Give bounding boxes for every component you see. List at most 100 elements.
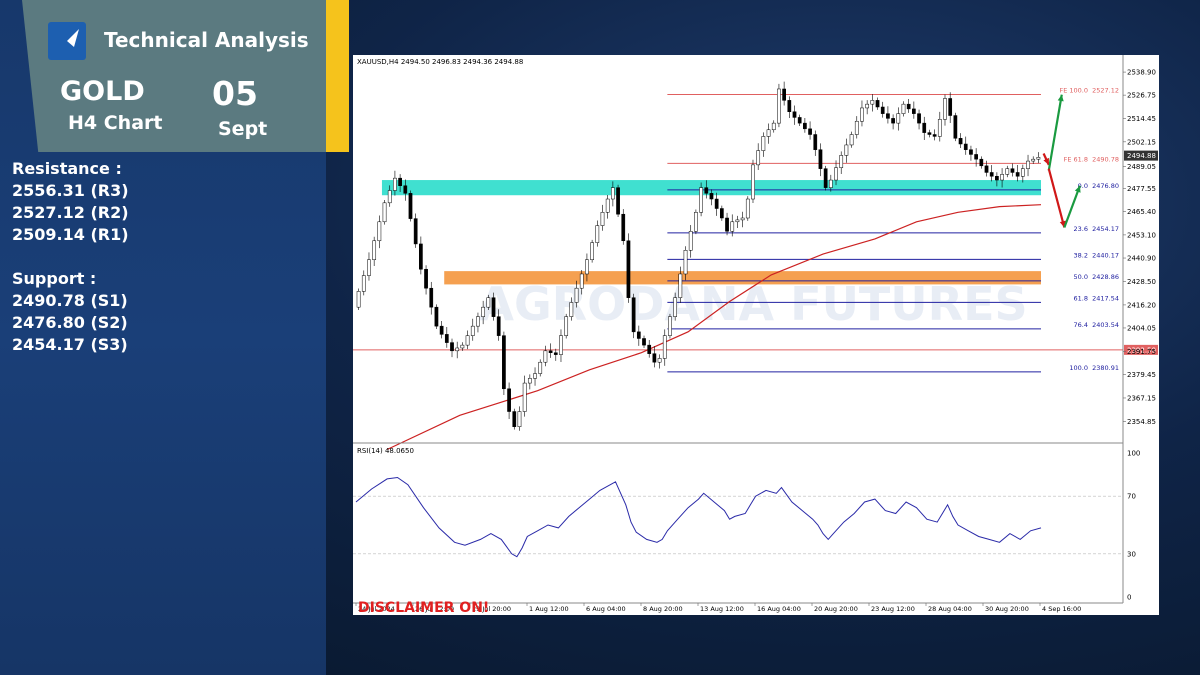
- candle-body: [808, 128, 812, 135]
- rsi-label: RSI(14) 48.0650: [357, 447, 414, 455]
- instrument-name: GOLD: [60, 76, 145, 107]
- disclaimer: DISCLAIMER ON!: [358, 600, 489, 615]
- candle-body: [735, 219, 740, 223]
- candle-body: [455, 347, 460, 352]
- candle-body: [1036, 157, 1041, 160]
- candle-body: [595, 225, 600, 243]
- candle-body: [403, 185, 408, 194]
- candle-body: [958, 138, 963, 145]
- candle-body: [714, 198, 719, 209]
- rsi-line: [355, 476, 1042, 558]
- candle-body: [740, 217, 745, 221]
- candle-body: [880, 106, 885, 114]
- candle-body: [626, 240, 631, 298]
- candle-body: [989, 172, 994, 177]
- candle-body: [538, 361, 543, 374]
- candle-body: [984, 165, 989, 173]
- candle-body: [787, 100, 792, 112]
- candle-body: [361, 275, 366, 292]
- candle-body: [631, 297, 636, 333]
- candle-body: [419, 243, 423, 270]
- candle-body: [434, 306, 439, 327]
- fib-price-label: 2428.86: [1092, 273, 1119, 281]
- candle-body: [429, 287, 434, 308]
- candle-body: [771, 122, 776, 131]
- candle-body: [460, 344, 465, 349]
- candle-body: [792, 111, 797, 118]
- candle-body: [906, 103, 911, 110]
- candle-body: [496, 316, 501, 336]
- candle-body: [901, 103, 906, 114]
- candle-body: [688, 231, 693, 251]
- support-heading: Support :: [12, 269, 97, 288]
- support-s1: 2490.78 (S1): [12, 291, 128, 310]
- candle-body: [636, 331, 641, 339]
- candle-body: [543, 350, 548, 363]
- price-tick-label: 2465.40: [1127, 208, 1156, 216]
- candle-body: [694, 212, 698, 232]
- price-chart: AGRODANA FUTURES 2392.50FE 100.0 2527.12F…: [353, 55, 1158, 616]
- candle-body: [730, 221, 735, 232]
- fib-level-label: 100.0: [1069, 364, 1088, 372]
- candle-body: [600, 212, 605, 226]
- rsi-tick-label: 0: [1127, 594, 1131, 602]
- candle-body: [751, 164, 755, 200]
- fib-price-label: 2417.54: [1092, 294, 1119, 302]
- candle-body: [1031, 158, 1036, 162]
- candle-body: [491, 297, 496, 317]
- arrow-up-target: [1047, 94, 1063, 171]
- candle-body: [870, 100, 875, 105]
- fib-price-label: 2476.80: [1092, 182, 1119, 190]
- fib-level-label: 50.0: [1074, 273, 1088, 281]
- fib-price-label: 2440.17: [1092, 251, 1119, 259]
- candle-body: [611, 187, 615, 200]
- arrow-down-target: [1047, 168, 1066, 228]
- candle-body: [995, 176, 999, 181]
- candle-body: [579, 273, 584, 289]
- candle-body: [647, 344, 652, 354]
- price-tick-label: 2367.15: [1127, 394, 1156, 402]
- price-tick-label: 2391.75: [1127, 348, 1156, 356]
- candle-body: [777, 88, 781, 124]
- candle-body: [719, 208, 724, 219]
- candle-body: [766, 129, 771, 137]
- candle-body: [813, 134, 818, 150]
- candle-body: [917, 113, 921, 124]
- candle-body: [854, 120, 859, 135]
- time-tick-label: 4 Sep 16:00: [1042, 605, 1081, 613]
- candle-body: [616, 187, 620, 215]
- candle-body: [818, 149, 823, 169]
- resistance-r2: 2527.12 (R2): [12, 203, 129, 222]
- candle-body: [891, 118, 895, 124]
- price-tick-label: 2514.45: [1127, 115, 1156, 123]
- price-tick-label: 2379.45: [1127, 371, 1156, 379]
- fib-level-label: 23.6: [1074, 225, 1088, 233]
- price-tick-label: 2404.05: [1127, 324, 1156, 332]
- candle-body: [382, 202, 387, 223]
- candle-body: [886, 113, 890, 119]
- time-tick-label: 16 Aug 04:00: [757, 605, 801, 613]
- price-tick-label: 2526.75: [1127, 92, 1156, 100]
- candle-body: [585, 259, 589, 275]
- logo-icon: [48, 22, 86, 60]
- candle-body: [782, 88, 786, 101]
- candle-body: [1000, 174, 1004, 181]
- candle-body: [621, 213, 626, 242]
- resistance-heading: Resistance :: [12, 159, 122, 178]
- fib-price-label: 2490.78: [1092, 155, 1119, 163]
- support-s2: 2476.80 (S2): [12, 313, 128, 332]
- symbol-info: XAUUSD,H4 2494.50 2496.83 2494.36 2494.8…: [357, 58, 523, 66]
- candle-body: [553, 352, 558, 355]
- candle-body: [481, 306, 485, 317]
- time-tick-label: 28 Aug 04:00: [928, 605, 972, 613]
- candle-body: [527, 378, 532, 384]
- candle-body: [839, 155, 844, 168]
- candle-body: [387, 190, 392, 204]
- candle-body: [476, 316, 480, 327]
- candle-body: [823, 168, 828, 188]
- resistance-r1: 2509.14 (R1): [12, 225, 129, 244]
- price-tick-label: 2477.55: [1127, 185, 1156, 193]
- fib-price-label: 2380.91: [1092, 364, 1119, 372]
- time-tick-label: 1 Aug 12:00: [529, 605, 569, 613]
- candle-body: [943, 98, 947, 120]
